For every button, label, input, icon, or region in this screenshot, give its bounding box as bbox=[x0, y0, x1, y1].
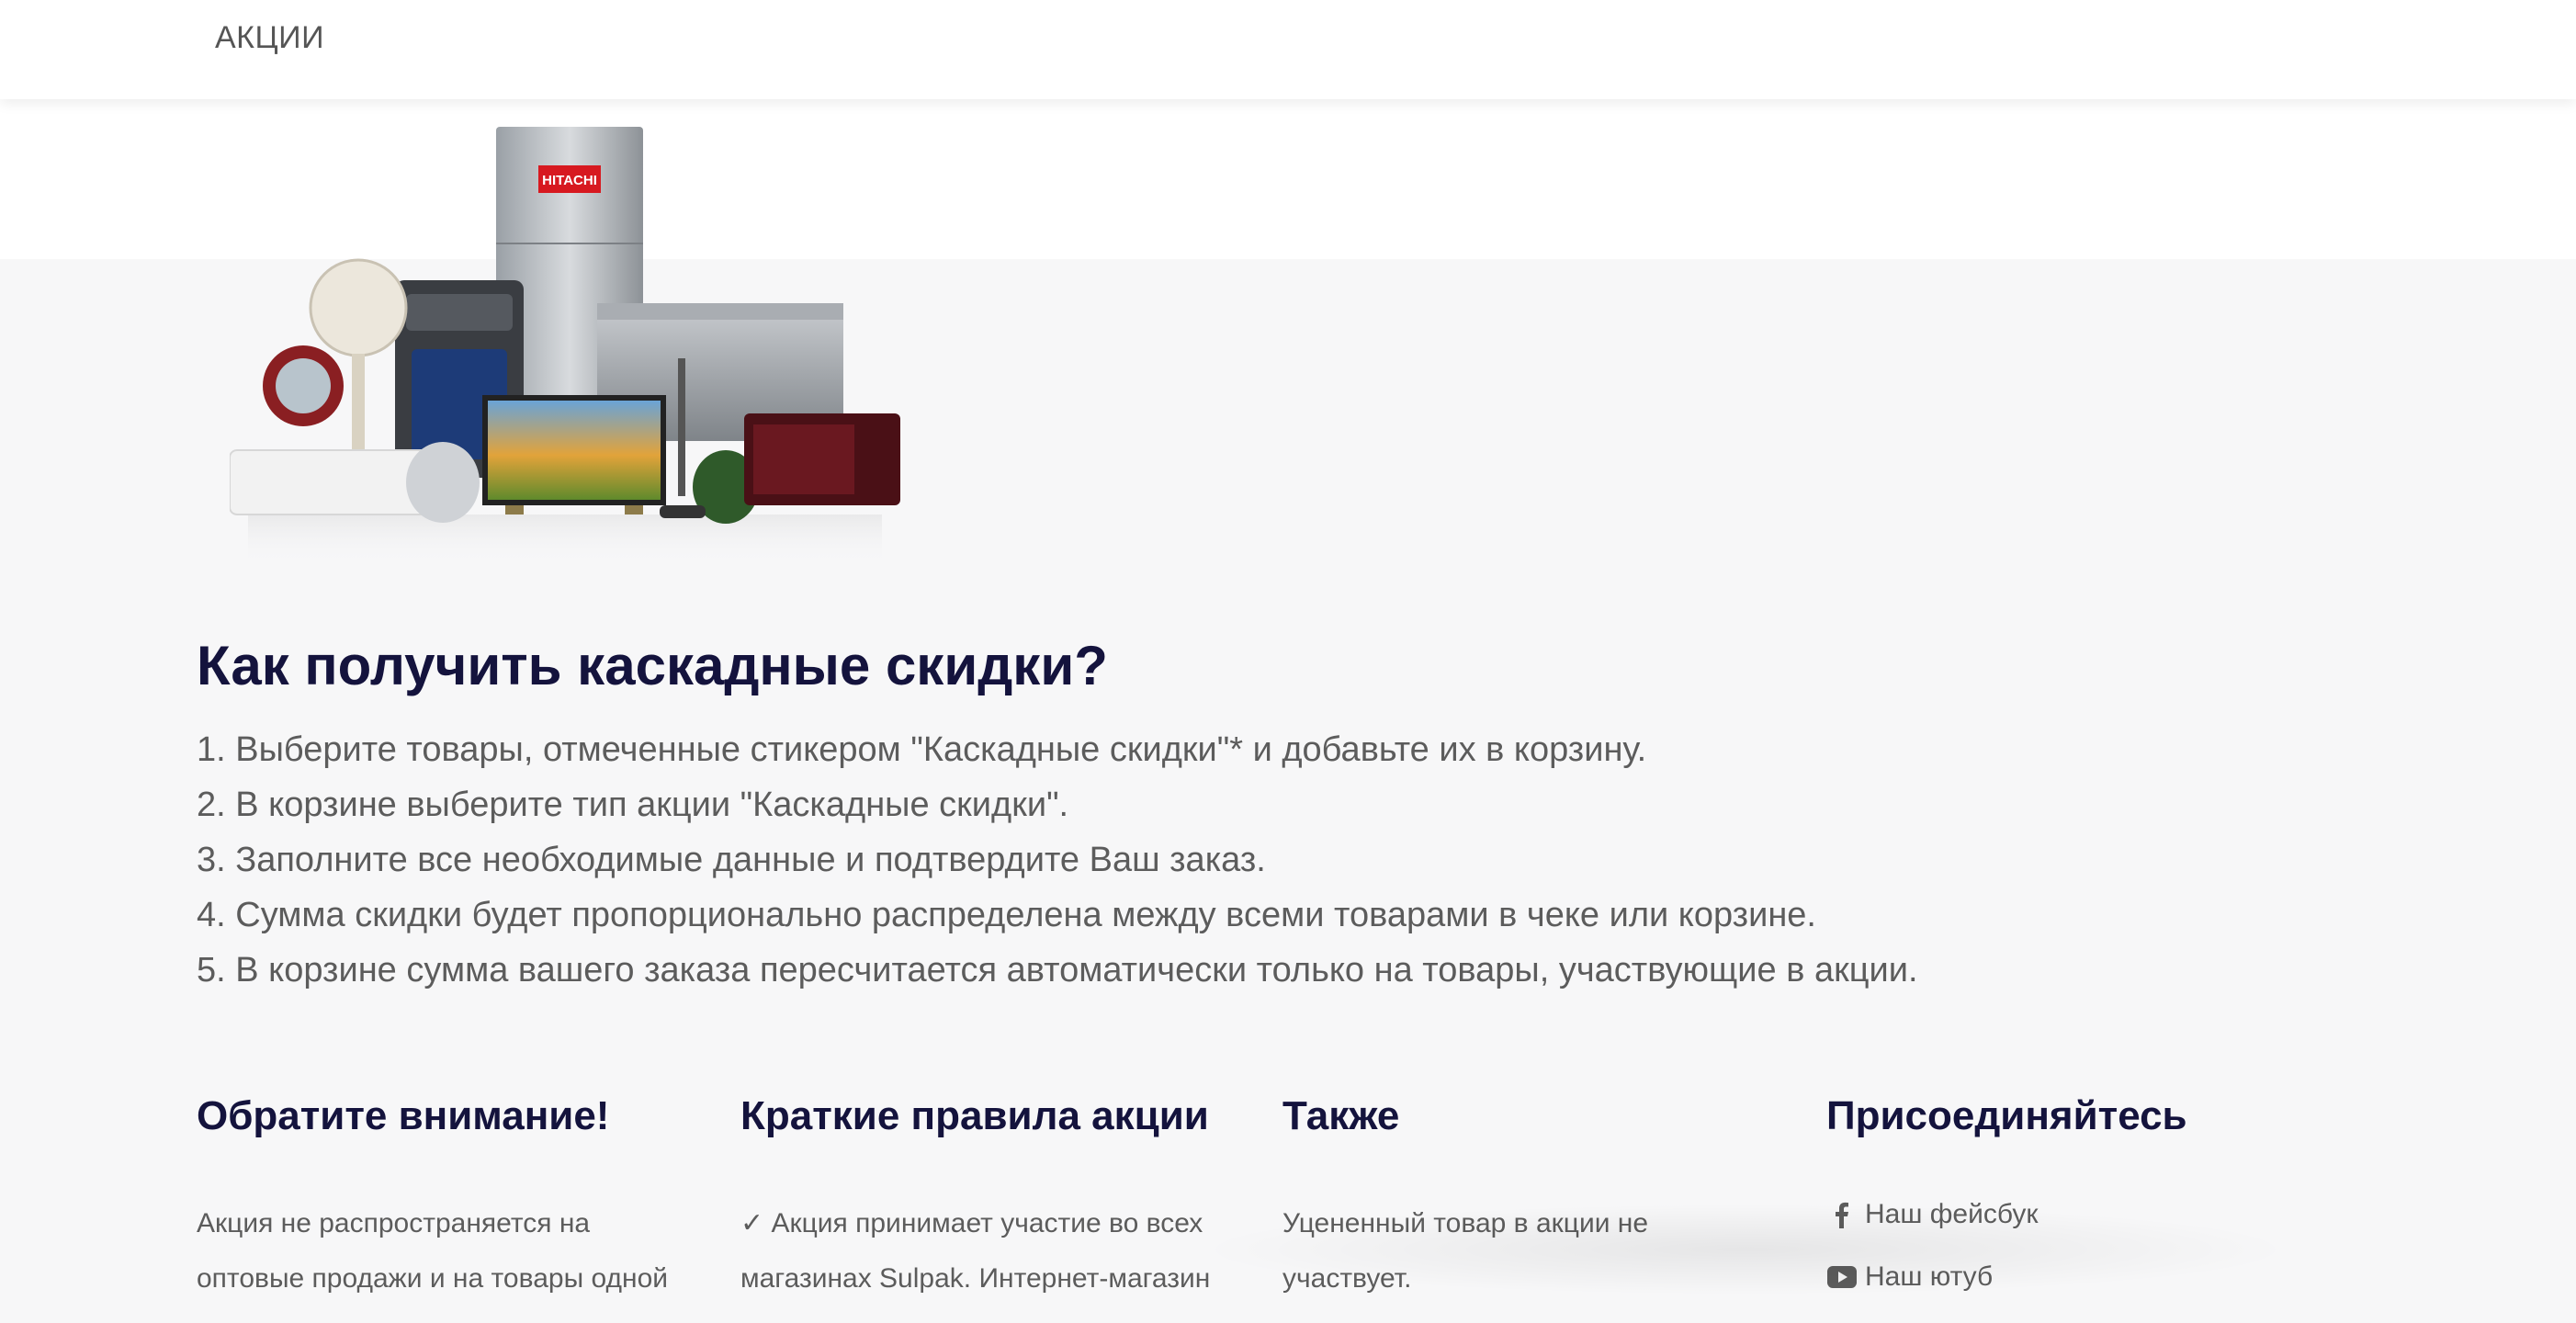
nav-link-promotions[interactable]: АКЦИИ bbox=[215, 20, 324, 56]
appliances-hero-image: HITACHI bbox=[230, 127, 900, 565]
also-text: Уцененный товар в акции не участвует. bbox=[1282, 1208, 1649, 1294]
step-item: 5. В корзине сумма вашего заказа пересчи… bbox=[197, 951, 1918, 989]
notice-column: Обратите внимание! Акция не распространя… bbox=[197, 1093, 693, 1306]
step-item: 4. Сумма скидки будет пропорционально ра… bbox=[197, 896, 1816, 934]
svg-text:HITACHI: HITACHI bbox=[542, 173, 597, 188]
notice-text: Акция не распространяется на оптовые про… bbox=[197, 1208, 669, 1294]
steps-list: 1. Выберите товары, отмеченные стикером … bbox=[197, 722, 1918, 998]
rules-text: ✓ Акция принимает участие во всех магази… bbox=[740, 1208, 1211, 1294]
youtube-link[interactable]: Наш ютуб bbox=[1826, 1246, 2322, 1308]
join-heading: Присоединяйтесь bbox=[1826, 1093, 2187, 1138]
also-column: Также Уцененный товар в акции не участву… bbox=[1282, 1093, 1779, 1306]
notice-heading: Обратите внимание! bbox=[197, 1093, 610, 1138]
youtube-link-label: Наш ютуб bbox=[1865, 1261, 1994, 1292]
rice-cooker-graphic bbox=[406, 442, 480, 523]
step-item: 2. В корзине выберите тип акции "Каскадн… bbox=[197, 786, 1069, 824]
facebook-icon bbox=[1826, 1201, 1858, 1228]
rules-heading: Краткие правила акции bbox=[740, 1093, 1209, 1138]
tv-graphic bbox=[482, 395, 666, 514]
facebook-link[interactable]: Наш фейсбук bbox=[1826, 1183, 2322, 1246]
top-navbar: АКЦИИ bbox=[0, 0, 2576, 99]
also-heading: Также bbox=[1282, 1093, 1400, 1138]
step-item: 1. Выберите товары, отмеченные стикером … bbox=[197, 730, 1647, 769]
rules-column: Краткие правила акции ✓ Акция принимает … bbox=[740, 1093, 1237, 1306]
youtube-icon bbox=[1826, 1266, 1858, 1288]
page-title: Как получить каскадные скидки? bbox=[197, 635, 1108, 696]
social-links: Наш фейсбук Наш ютуб bbox=[1826, 1183, 2322, 1308]
step-item: 3. Заполните все необходимые данные и по… bbox=[197, 841, 1266, 879]
facebook-link-label: Наш фейсбук bbox=[1865, 1199, 2039, 1229]
heater-graphic bbox=[263, 345, 344, 426]
join-column: Присоединяйтесь Наш фейсбук Наш ютуб bbox=[1826, 1093, 2322, 1323]
microwave-graphic bbox=[744, 413, 900, 505]
